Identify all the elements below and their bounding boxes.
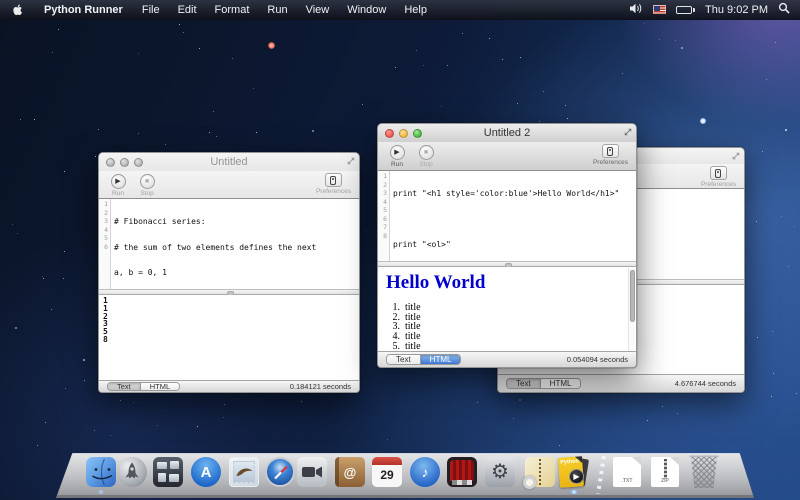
zip-document-icon[interactable]: ZIP bbox=[651, 457, 679, 487]
window-untitled2: Untitled 2 ▶ Run ■ Stop Preferences bbox=[377, 123, 637, 368]
tab-html[interactable]: HTML bbox=[420, 355, 461, 364]
tab-text[interactable]: Text bbox=[387, 355, 420, 364]
preferences-button[interactable]: Preferences bbox=[593, 144, 628, 166]
menu-app-name[interactable]: Python Runner bbox=[34, 4, 133, 16]
minimize-button[interactable] bbox=[120, 158, 129, 167]
red-star-glow bbox=[268, 42, 275, 49]
untitled2-code-editor[interactable]: 1 2 3 4 5 6 7 8 print "<h1 style='color:… bbox=[378, 171, 636, 261]
run-button[interactable]: ▶ Run bbox=[386, 145, 408, 168]
preferences-button[interactable]: Preferences bbox=[316, 173, 351, 195]
apple-menu-icon[interactable] bbox=[0, 3, 34, 17]
code-text[interactable]: # Fibonacci series: # the sum of two ele… bbox=[111, 199, 359, 289]
menu-edit[interactable]: Edit bbox=[169, 4, 206, 16]
untitled2-title-bar[interactable]: Untitled 2 bbox=[378, 124, 636, 142]
untitled-bottom-bar: Text HTML 0.184121 seconds bbox=[99, 380, 359, 392]
python-runner-dock-icon[interactable]: Python ▶ bbox=[559, 457, 589, 487]
finder-icon[interactable] bbox=[86, 457, 116, 487]
menu-file[interactable]: File bbox=[133, 4, 169, 16]
back-preferences-button[interactable]: Preferences bbox=[701, 166, 736, 188]
battery-icon[interactable] bbox=[676, 6, 695, 14]
launchpad-icon[interactable] bbox=[117, 457, 147, 487]
menu-window[interactable]: Window bbox=[338, 4, 395, 16]
untitled2-bottom-bar: Text HTML 0.054094 seconds bbox=[378, 351, 636, 367]
run-icon: ▶ bbox=[111, 174, 126, 189]
play-badge-icon: ▶ bbox=[569, 469, 584, 484]
menu-run[interactable]: Run bbox=[258, 4, 296, 16]
run-icon: ▶ bbox=[390, 145, 405, 160]
back-bottom-bar: Text HTML 4.676744 seconds bbox=[498, 374, 744, 392]
menu-help[interactable]: Help bbox=[395, 4, 436, 16]
facetime-icon[interactable] bbox=[297, 457, 327, 487]
tab-html[interactable]: HTML bbox=[140, 383, 179, 390]
preferences-icon bbox=[330, 176, 336, 185]
line-numbers: 1 2 3 4 5 6 7 8 bbox=[378, 171, 390, 261]
photo-booth-icon[interactable] bbox=[447, 457, 477, 487]
resize-icon[interactable] bbox=[347, 156, 355, 168]
back-tab-html[interactable]: HTML bbox=[540, 379, 581, 388]
untitled-code-editor[interactable]: 1 2 3 4 5 6 # Fibonacci series: # the su… bbox=[99, 199, 359, 289]
preferences-icon bbox=[607, 147, 613, 156]
menu-clock[interactable]: Thu 9:02 PM bbox=[705, 4, 768, 16]
menu-view[interactable]: View bbox=[297, 4, 339, 16]
window-title: Untitled bbox=[210, 156, 247, 168]
resize-icon[interactable] bbox=[732, 151, 740, 163]
stop-icon: ■ bbox=[140, 174, 155, 189]
back-tab-text[interactable]: Text bbox=[507, 379, 540, 388]
app-store-icon[interactable]: A bbox=[191, 457, 221, 487]
close-button[interactable] bbox=[106, 158, 115, 167]
python-running-indicator bbox=[570, 490, 578, 494]
untitled-toolbar: ▶ Run ■ Stop Preferences bbox=[99, 171, 359, 199]
scrollbar-thumb[interactable] bbox=[630, 270, 635, 322]
input-language-flag-icon[interactable] bbox=[653, 5, 666, 14]
mission-control-icon[interactable] bbox=[153, 457, 183, 487]
line-numbers: 1 2 3 4 5 6 bbox=[99, 199, 111, 289]
desktop: Python Runner File Edit Format Run View … bbox=[0, 0, 800, 500]
run-button[interactable]: ▶ Run bbox=[107, 174, 129, 197]
untitled-title-bar[interactable]: Untitled bbox=[99, 153, 359, 171]
finder-running-indicator bbox=[97, 490, 105, 494]
volume-icon[interactable] bbox=[629, 3, 643, 17]
archive-utility-icon[interactable] bbox=[525, 457, 555, 487]
zoom-button[interactable] bbox=[134, 158, 143, 167]
spotlight-icon[interactable] bbox=[778, 2, 790, 17]
itunes-icon[interactable]: ♪ bbox=[410, 457, 440, 487]
menu-format[interactable]: Format bbox=[206, 4, 259, 16]
bright-star-glow bbox=[700, 118, 706, 124]
stop-icon: ■ bbox=[419, 145, 434, 160]
window-untitled: Untitled ▶ Run ■ Stop Preferences bbox=[98, 152, 360, 393]
zoom-button[interactable] bbox=[413, 129, 422, 138]
menu-bar: Python Runner File Edit Format Run View … bbox=[0, 0, 800, 20]
ical-icon[interactable]: 29 bbox=[372, 457, 402, 487]
resize-icon[interactable] bbox=[624, 127, 632, 139]
tab-text[interactable]: Text bbox=[108, 383, 140, 390]
minimize-button[interactable] bbox=[399, 129, 408, 138]
untitled2-output-pane: Hello World 1.title 2.title 3.title 4.ti… bbox=[378, 267, 636, 353]
back-timing: 4.676744 seconds bbox=[675, 379, 736, 388]
untitled2-toolbar: ▶ Run ■ Stop Preferences bbox=[378, 142, 636, 171]
mail-icon[interactable] bbox=[229, 457, 259, 487]
window-title: Untitled 2 bbox=[484, 127, 530, 139]
address-book-icon[interactable]: @ bbox=[335, 457, 365, 487]
untitled-output-pane: 1 1 2 3 5 8 bbox=[99, 295, 359, 382]
code-text[interactable]: print "<h1 style='color:blue'>Hello Worl… bbox=[390, 171, 636, 261]
preferences-icon bbox=[715, 169, 721, 178]
system-preferences-icon[interactable]: ⚙ bbox=[485, 457, 515, 487]
timing-label: 0.184121 seconds bbox=[290, 382, 351, 391]
trash-rim bbox=[689, 454, 719, 457]
timing-label: 0.054094 seconds bbox=[567, 355, 628, 364]
rendered-list: 1.title 2.title 3.title 4.title 5.title … bbox=[378, 302, 636, 353]
stop-button[interactable]: ■ Stop bbox=[136, 174, 158, 197]
txt-document-icon[interactable]: .TXT bbox=[613, 457, 641, 487]
stop-button[interactable]: ■ Stop bbox=[415, 145, 437, 168]
safari-icon[interactable] bbox=[265, 457, 295, 487]
output-scrollbar[interactable] bbox=[628, 268, 635, 352]
close-button[interactable] bbox=[385, 129, 394, 138]
rendered-heading: Hello World bbox=[378, 267, 636, 294]
